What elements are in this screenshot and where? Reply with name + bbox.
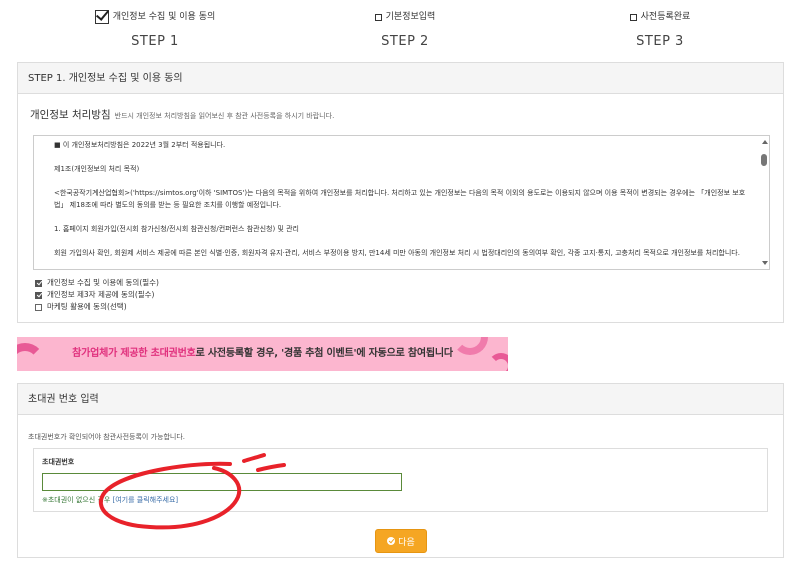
consent-required-collection[interactable]: 개인정보 수집 및 이용에 동의(필수) [35,277,159,289]
policy-paragraph: 1. 홈페이지 회원가입(전시회 참가신청/전시회 참관신청/컨퍼런스 참관신청… [54,225,299,233]
policy-title: 개인정보 처리방침 반드시 개인정보 처리방침을 읽어보신 후 참관 사전등록을 … [30,109,335,121]
step-1-label: 개인정보 수집 및 이용 동의 [112,12,216,22]
policy-note: 반드시 개인정보 처리방침을 읽어보신 후 참관 사전등록을 하시기 바랍니다. [114,112,335,120]
checked-box-icon [94,10,109,24]
coupon-field-label: 초대권번호 [42,458,75,466]
check-circle-icon [387,537,396,545]
consent-required-third-party[interactable]: 개인정보 제3자 제공에 동의(필수) [35,289,159,301]
step-2: 기본정보입력 STEP 2 [305,8,505,49]
step-1: 개인정보 수집 및 이용 동의 STEP 1 [55,8,255,49]
no-coupon-link[interactable]: [여기를 클릭해주세요] [113,496,179,504]
policy-text-box[interactable]: ■ 이 개인정보처리방침은 2022년 3월 2부터 적용됩니다. 제1조(개인… [33,135,770,270]
next-button[interactable]: 다음 [375,529,427,553]
policy-paragraph: <한국공작기계산업협회>('https://simtos.org'이하 'SIM… [54,189,746,209]
checkbox-checked[interactable] [35,279,42,287]
coupon-panel-header: 초대권 번호 입력 [18,384,783,415]
policy-scrollbar[interactable] [759,136,769,269]
event-banner: 참가업체가 제공한 초대권번호로 사전등록할 경우, '경품 추첨 이벤트'에 … [17,337,508,371]
step-3: 사전등록완료 STEP 3 [560,8,760,49]
privacy-panel-header: STEP 1. 개인정보 수집 및 이용 동의 [18,63,783,94]
policy-paragraph: 회원 가입의사 확인, 회원제 서비스 제공에 따른 본인 식별·인증, 회원자… [54,249,740,257]
step-3-label: 사전등록완료 [640,12,691,22]
scroll-down-arrow-icon[interactable] [762,261,768,265]
empty-box-icon [374,13,382,21]
step-indicator: 개인정보 수집 및 이용 동의 STEP 1 기본정보입력 STEP 2 사전등… [0,8,800,58]
checkbox-unchecked[interactable] [35,303,42,311]
policy-paragraph: ■ 이 개인정보처리방침은 2022년 3월 2부터 적용됩니다. [54,141,226,149]
step-2-number: STEP 2 [381,34,429,49]
consent-optional-marketing[interactable]: 마케팅 활용에 동의(선택) [35,301,159,313]
step-3-number: STEP 3 [636,34,684,49]
coupon-description: 초대권번호가 확인되어야 참관사전등록이 가능합니다. [28,433,186,441]
banner-text: 참가업체가 제공한 초대권번호로 사전등록할 경우, '경품 추첨 이벤트'에 … [72,348,453,359]
coupon-hint: ※초대권이 없으신 경우 [여기를 클릭해주세요] [42,496,179,504]
scroll-up-arrow-icon[interactable] [762,140,768,144]
checkbox-checked[interactable] [35,291,42,299]
consent-list: 개인정보 수집 및 이용에 동의(필수) 개인정보 제3자 제공에 동의(필수)… [35,277,159,313]
privacy-panel: STEP 1. 개인정보 수집 및 이용 동의 개인정보 처리방침 반드시 개인정… [17,62,784,323]
scroll-thumb[interactable] [761,154,767,166]
empty-box-icon [629,13,637,21]
step-2-label: 기본정보입력 [385,12,436,22]
coupon-form: 초대권번호 ※초대권이 없으신 경우 [여기를 클릭해주세요] [33,448,768,512]
step-1-number: STEP 1 [131,34,179,49]
policy-paragraph: 제1조(개인정보의 처리 목적) [54,165,140,173]
coupon-number-input[interactable] [42,473,402,491]
